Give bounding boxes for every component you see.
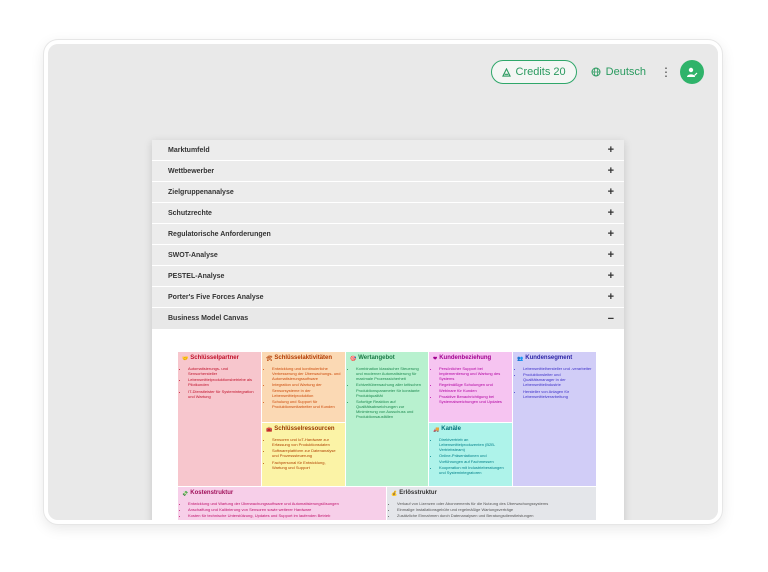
- list-item: Fachpersonal für Entwicklung, Wartung un…: [272, 460, 341, 470]
- canvas-cell-aktivitaeten: 🛠Schlüsselaktivitäten Entwicklung und ko…: [262, 352, 345, 422]
- cell-title: Kundenbeziehung: [439, 355, 492, 361]
- list-item: Sofortige Reaktion auf Qualitätsabweichu…: [356, 399, 424, 420]
- list-item: Sensoren und IoT-Hardware zur Erfassung …: [272, 437, 341, 447]
- list-item: Online-Präsentationen und Vorführungen a…: [439, 453, 508, 463]
- handshake-icon: 🤝: [182, 355, 189, 362]
- users-icon: 👥: [517, 355, 524, 362]
- accordion-item-marktumfeld[interactable]: Marktumfeld +: [152, 140, 624, 161]
- canvas-cell-kundenbeziehung: ❤Kundenbeziehung Persönlicher Support be…: [429, 352, 512, 422]
- money-bag-icon: 💰: [391, 490, 398, 497]
- money-icon: 💸: [182, 490, 189, 497]
- device-frame: Credits 20 Deutsch ⋮ Marktumfeld + Wettbe…: [44, 40, 722, 524]
- list-item: Verkauf von Lizenzen oder Abonnements fü…: [397, 501, 592, 506]
- plus-icon[interactable]: +: [608, 291, 614, 303]
- canvas-cell-partner: 🤝Schlüsselpartner Automatisierungs- und …: [178, 352, 261, 486]
- list-item: Direktvertrieb an Lebensmittelproduzente…: [439, 437, 508, 453]
- truck-icon: 🚚: [433, 426, 440, 433]
- accordion-label: Regulatorische Anforderungen: [168, 230, 271, 238]
- plus-icon[interactable]: +: [608, 270, 614, 282]
- analysis-panel: Marktumfeld + Wettbewerber + Zielgruppenan…: [152, 140, 624, 520]
- canvas-cell-kostenstruktur: 💸Kostenstruktur Entwicklung und Wartung …: [178, 487, 386, 520]
- list-item: Persönlicher Support bei Implementierung…: [439, 366, 508, 382]
- accordion-item-zielgruppenanalyse[interactable]: Zielgruppenanalyse +: [152, 182, 624, 203]
- accordion-item-schutzrechte[interactable]: Schutzrechte +: [152, 203, 624, 224]
- list-item: Lebensmittelproduktionsbetriebe als Pilo…: [188, 377, 257, 387]
- cell-title: Erlösstruktur: [399, 490, 437, 496]
- credits-label: Credits 20: [515, 66, 566, 78]
- list-item: Produktionsleiter und Qualitätsmanager i…: [523, 372, 592, 388]
- list-item: Automatisierungs- und Sensorhersteller: [188, 366, 257, 376]
- plus-icon[interactable]: +: [608, 165, 614, 177]
- accordion-label: Zielgruppenanalyse: [168, 188, 234, 196]
- more-vertical-icon[interactable]: ⋮: [660, 66, 672, 78]
- list-item: Lebensmittelhersteller und -verarbeiter: [523, 366, 592, 371]
- cell-title: Kanäle: [441, 426, 461, 432]
- list-item: Kosten für technische Unterstützung, Upd…: [188, 513, 382, 518]
- business-model-canvas: 🤝Schlüsselpartner Automatisierungs- und …: [178, 352, 596, 520]
- minus-icon[interactable]: −: [608, 313, 614, 325]
- accordion-label: Schutzrechte: [168, 209, 212, 217]
- accordion-label: Marktumfeld: [168, 146, 210, 154]
- language-selector[interactable]: Deutsch: [591, 66, 646, 78]
- credits-button[interactable]: Credits 20: [490, 60, 577, 84]
- heart-icon: ❤: [433, 355, 438, 362]
- list-item: Integration und Wartung der Sensorsystem…: [272, 382, 341, 398]
- target-icon: 🎯: [350, 355, 357, 362]
- accordion-label: Business Model Canvas: [168, 315, 249, 322]
- language-label: Deutsch: [605, 66, 646, 78]
- accordion-label: Porter's Five Forces Analyse: [168, 293, 264, 301]
- list-item: Entwicklung und Wartung der Überwachungs…: [188, 501, 382, 506]
- cell-title: Schlüsselressourcen: [274, 426, 335, 432]
- list-item: Kombination klassischer Steuerung und mo…: [356, 366, 424, 382]
- cell-title: Schlüsselpartner: [190, 355, 239, 361]
- accordion-item-business-model-canvas[interactable]: Business Model Canvas −: [152, 308, 624, 330]
- accordion-item-pestel[interactable]: PESTEL-Analyse +: [152, 266, 624, 287]
- cell-title: Schlüsselaktivitäten: [274, 355, 333, 361]
- globe-icon: [591, 67, 601, 77]
- plus-icon[interactable]: +: [608, 249, 614, 261]
- accordion-item-regulatorik[interactable]: Regulatorische Anforderungen +: [152, 224, 624, 245]
- list-item: Anschaffung und Kalibrierung von Sensore…: [188, 507, 382, 512]
- list-item: Regelmäßige Schulungen und Webinare für …: [439, 382, 508, 392]
- plus-icon[interactable]: +: [608, 144, 614, 156]
- accordion-label: SWOT-Analyse: [168, 251, 218, 259]
- plus-icon[interactable]: +: [608, 186, 614, 198]
- accordion-label: Wettbewerber: [168, 167, 215, 175]
- canvas-cell-erloesstruktur: 💰Erlösstruktur Verkauf von Lizenzen oder…: [387, 487, 596, 520]
- cell-title: Kostenstruktur: [190, 490, 234, 496]
- toolbox-icon: 🧰: [266, 426, 273, 433]
- canvas-cell-ressourcen: 🧰Schlüsselressourcen Sensoren und IoT-Ha…: [262, 423, 345, 486]
- list-item: IT-Dienstleister für Systemintegration u…: [188, 389, 257, 399]
- list-item: Kooperation mit Industrieberatungen und …: [439, 465, 508, 475]
- canvas-cell-kanaele: 🚚Kanäle Direktvertrieb an Lebensmittelpr…: [429, 423, 512, 486]
- list-item: Schulung und Support für Produktionsmita…: [272, 399, 341, 409]
- accordion-item-wettbewerber[interactable]: Wettbewerber +: [152, 161, 624, 182]
- plus-icon[interactable]: +: [608, 228, 614, 240]
- avatar[interactable]: [680, 60, 704, 84]
- top-bar: Credits 20 Deutsch ⋮: [490, 58, 704, 86]
- canvas-cell-wertangebot: 🎯Wertangebot Kombination klassischer Ste…: [346, 352, 428, 486]
- accordion-item-swot[interactable]: SWOT-Analyse +: [152, 245, 624, 266]
- list-item: Softwareplattform zur Datenanalyse und P…: [272, 448, 341, 458]
- app-screen: Credits 20 Deutsch ⋮ Marktumfeld + Wettbe…: [48, 44, 718, 520]
- list-item: Entwicklung und kontinuierliche Verbesse…: [272, 366, 341, 382]
- list-item: Proaktive Benachrichtigung bei Systemabw…: [439, 394, 508, 404]
- canvas-cell-kundensegment: 👥Kundensegment Lebensmittelhersteller un…: [513, 352, 596, 486]
- list-item: Einmalige Installationsgebühr und regelm…: [397, 507, 592, 512]
- accordion-label: PESTEL-Analyse: [168, 272, 225, 280]
- list-item: Zusätzliche Einnahmen durch Datenanalyse…: [397, 513, 592, 518]
- tools-icon: 🛠: [266, 355, 273, 362]
- list-item: Echtzeitüberwachung aller kritischen Pro…: [356, 382, 424, 398]
- cell-title: Wertangebot: [358, 355, 395, 361]
- user-edit-icon: [687, 67, 698, 77]
- list-item: Hersteller von Anlagen für Lebensmittelv…: [523, 389, 592, 399]
- credits-icon: [501, 67, 511, 77]
- plus-icon[interactable]: +: [608, 207, 614, 219]
- accordion-item-porter[interactable]: Porter's Five Forces Analyse +: [152, 287, 624, 308]
- cell-title: Kundensegment: [525, 355, 573, 361]
